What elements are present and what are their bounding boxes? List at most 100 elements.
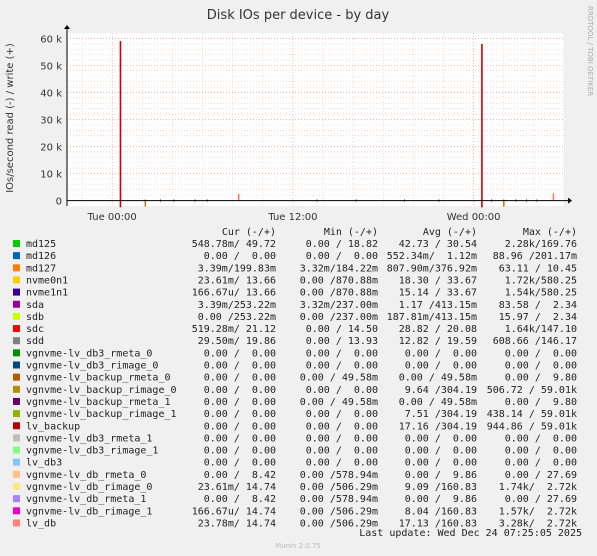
legend-series-name: nvme1n1 (26, 288, 68, 299)
legend-value-cur: 23.61m/ 14.74 (198, 482, 276, 493)
legend-value-cur: 0.00 /253.22m (198, 312, 276, 323)
legend-series-name: sda (26, 300, 44, 311)
legend-series-name: nvme0n1 (26, 275, 68, 286)
legend-value-min: 0.00 / 0.00 (306, 251, 378, 262)
legend-value-cur: 0.00 / 0.00 (204, 361, 276, 372)
legend-value-avg: 1.17 /413.15m (399, 300, 477, 311)
legend-value-cur: 0.00 / 8.42 (204, 470, 276, 481)
legend-value-min: 0.00 / 0.00 (306, 446, 378, 457)
legend-value-avg: 0.00 / 9.86 (405, 470, 477, 481)
legend-series-name: md125 (26, 239, 56, 250)
legend-value-cur: 0.00 / 0.00 (204, 385, 276, 396)
legend-value-cur: 519.28m/ 21.12 (192, 324, 276, 335)
legend-value-max: 1.54k/580.25 (505, 288, 577, 299)
legend-value-avg: 28.82 / 20.08 (399, 324, 477, 335)
legend-value-max: 608.66 /146.17 (493, 336, 577, 347)
plot-area (67, 33, 564, 206)
legend-series-name: vgnvme-lv_db_rmeta_0 (26, 470, 146, 481)
legend-value-avg: 0.00 / 0.00 (405, 348, 477, 359)
legend-value-avg: 17.16 /304.19 (399, 421, 477, 432)
legend-value-max: 15.97 / 2.34 (499, 312, 577, 323)
y-tick-label: 30 k (40, 116, 62, 127)
legend-value-avg: 0.00 / 0.00 (405, 433, 477, 444)
legend-swatch (13, 458, 20, 466)
legend-swatch (13, 397, 20, 405)
legend-value-cur: 0.00 / 8.42 (204, 494, 276, 505)
legend-value-max: 63.11 / 10.45 (499, 263, 577, 274)
legend-value-avg: 8.04 /160.83 (405, 506, 477, 517)
legend-value-avg: 0.00 / 49.58m (399, 373, 477, 384)
legend-value-cur: 0.00 / 0.00 (204, 433, 276, 444)
rrdtool-credit: RRDTOOL / TOBI OETIKER (586, 6, 594, 96)
legend-value-max: 944.86 / 59.01k (487, 421, 577, 432)
legend-header-max: Max (-/+) (523, 227, 577, 238)
legend-value-max: 1.74k/ 2.72k (499, 482, 577, 493)
disk-io-chart: Disk IOs per device - by day RRDTOOL / T… (0, 0, 597, 556)
legend-value-max: 0.00 / 0.00 (505, 361, 577, 372)
legend-series-name: lv_backup (26, 421, 80, 432)
legend-series-name: vgnvme-lv_db3_rimage_1 (26, 446, 158, 457)
legend-value-max: 0.00 / 0.00 (505, 446, 577, 457)
legend-value-min: 0.00 / 0.00 (306, 421, 378, 432)
legend-value-max: 0.00 / 0.00 (505, 458, 577, 469)
legend-swatch (13, 507, 20, 515)
legend-value-min: 0.00 /506.29m (300, 506, 378, 517)
legend-series-name: sdb (26, 312, 44, 323)
legend-value-avg: 9.64 /304.19 (405, 385, 477, 396)
legend-value-min: 0.00 / 0.00 (306, 361, 378, 372)
legend-swatch (13, 410, 20, 418)
legend-value-min: 3.32m/184.22m (300, 263, 378, 274)
legend-value-avg: 0.00 / 49.58m (399, 397, 477, 408)
legend-value-min: 0.00 /870.88m (300, 275, 378, 286)
legend-value-max: 0.00 / 27.69 (505, 470, 577, 481)
legend-series-name: vgnvme-lv_db3_rmeta_1 (26, 433, 152, 444)
legend-value-min: 0.00 /870.88m (300, 288, 378, 299)
legend-value-avg: 42.73 / 30.54 (399, 239, 477, 250)
legend-value-min: 0.00 /506.29m (300, 482, 378, 493)
legend-swatch (13, 300, 20, 308)
legend-swatch (13, 252, 20, 260)
legend-swatch (13, 483, 20, 490)
legend-series-name: vgnvme-lv_backup_rmeta_0 (26, 373, 171, 384)
legend-swatch (13, 240, 20, 247)
y-tick-label: 60 k (40, 34, 62, 45)
legend-value-avg: 807.90m/376.92m (387, 263, 477, 274)
legend-value-cur: 23.61m/ 13.66 (198, 275, 276, 286)
legend-value-min: 0.00 / 0.00 (306, 348, 378, 359)
legend-series-name: lv_db (26, 518, 56, 529)
legend-series-name: md126 (26, 251, 56, 262)
x-tick-label: Tue 00:00 (87, 212, 137, 223)
legend-value-avg: 0.00 / 0.00 (405, 361, 477, 372)
legend-header-min: Min (-/+) (324, 227, 378, 238)
legend-value-max: 0.00 / 27.69 (505, 494, 577, 505)
legend-value-avg: 187.81m/413.15m (387, 312, 477, 323)
legend-swatch (13, 373, 20, 381)
legend-value-max: 1.57k/ 2.72k (499, 506, 577, 517)
legend-series-name: vgnvme-lv_db_rimage_1 (26, 506, 152, 517)
legend-series-name: vgnvme-lv_backup_rimage_1 (26, 409, 177, 420)
legend-series-name: md127 (26, 263, 56, 274)
legend-value-max: 0.00 / 9.80 (505, 397, 577, 408)
legend-swatch (13, 325, 20, 333)
legend-swatch (13, 422, 20, 430)
legend-value-max: 438.14 / 59.01k (487, 409, 577, 420)
legend-value-avg: 9.09 /160.83 (405, 482, 477, 493)
legend-value-min: 0.00 / 18.82 (306, 239, 378, 250)
legend-header-cur: Cur (-/+) (222, 227, 276, 238)
y-tick-label: 50 k (40, 61, 62, 72)
legend-value-avg: 0.00 / 0.00 (405, 446, 477, 457)
legend-swatch (13, 264, 20, 272)
chart-title: Disk IOs per device - by day (207, 8, 390, 23)
legend-value-cur: 29.50m/ 19.86 (198, 336, 276, 347)
legend-value-max: 1.72k/580.25 (505, 275, 577, 286)
legend-swatch (13, 434, 20, 442)
legend-value-avg: 0.00 / 0.00 (405, 458, 477, 469)
legend-series-name: sdd (26, 336, 44, 347)
legend-value-cur: 548.78m/ 49.72 (192, 239, 276, 250)
legend-value-cur: 23.78m/ 14.74 (198, 518, 276, 529)
legend-value-min: 0.00 / 14.50 (306, 324, 378, 335)
legend-value-min: 0.00 /578.94m (300, 494, 378, 505)
legend-value-max: 506.72 / 59.01k (487, 385, 577, 396)
legend-swatch (13, 470, 20, 478)
legend-value-avg: 15.14 / 33.67 (399, 288, 477, 299)
